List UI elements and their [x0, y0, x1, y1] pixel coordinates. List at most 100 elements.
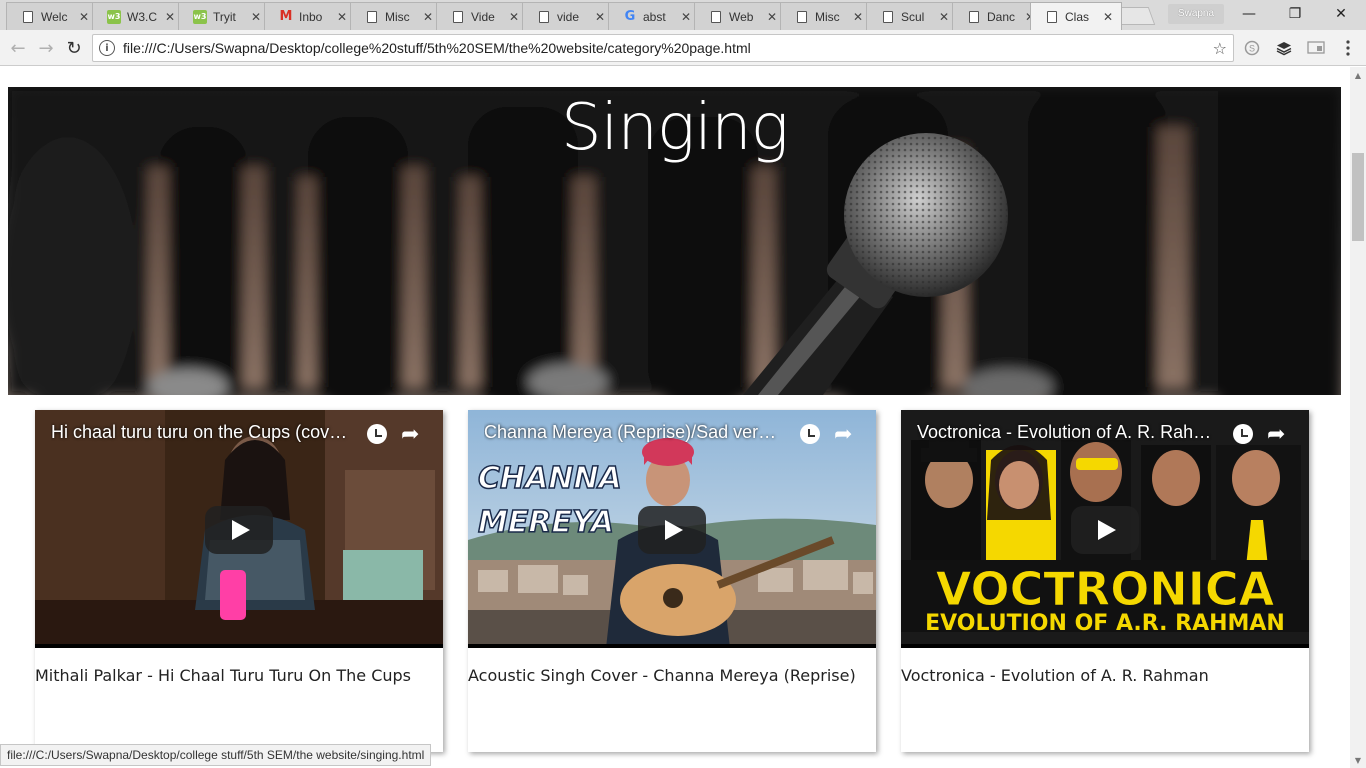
reload-button[interactable]: ↻ — [62, 36, 86, 60]
bookmark-star-icon[interactable]: ☆ — [1213, 39, 1227, 58]
thumbnail-text: MEREYA — [478, 505, 614, 540]
tab-title: Vide — [471, 9, 495, 24]
arrow-right-icon: → — [38, 37, 54, 59]
tab-title: Welc — [41, 9, 68, 24]
video-caption[interactable]: Acoustic Singh Cover - Channa Mereya (Re… — [468, 666, 876, 685]
video-player[interactable]: Hi chaal turu turu on the Cups (cover) ➦ — [35, 410, 443, 648]
play-button[interactable] — [638, 506, 706, 554]
play-button[interactable] — [205, 506, 273, 554]
tab-sculpture[interactable]: Scul ✕ — [866, 2, 958, 30]
tab-title: Web — [729, 9, 754, 24]
tab-title: vide — [557, 9, 580, 24]
tab-close-icon[interactable]: ✕ — [77, 10, 91, 24]
cast-extension-icon[interactable] — [1306, 38, 1326, 58]
skype-extension-icon[interactable]: S — [1242, 38, 1262, 58]
w3schools-icon: w3 — [107, 9, 121, 24]
tab-title: Misc — [815, 9, 840, 24]
restore-button[interactable]: ❐ — [1272, 0, 1318, 28]
reload-icon: ↻ — [66, 37, 82, 59]
tab-title: Danc — [987, 9, 1016, 24]
tab-close-icon[interactable]: ✕ — [249, 10, 263, 24]
video-caption[interactable]: Voctronica - Evolution of A. R. Rahman — [901, 666, 1309, 685]
watch-later-icon[interactable] — [800, 424, 820, 444]
document-icon — [451, 10, 465, 24]
share-icon[interactable]: ➦ — [401, 422, 419, 447]
scroll-up-arrow-icon[interactable]: ▲ — [1350, 67, 1366, 83]
watch-later-icon[interactable] — [367, 424, 387, 444]
tab-close-icon[interactable]: ✕ — [335, 10, 349, 24]
tab-title: Inbo — [299, 9, 323, 24]
video-title[interactable]: Channa Mereya (Reprise)/Sad version... — [484, 422, 784, 443]
video-card[interactable]: Hi chaal turu turu on the Cups (cover) ➦… — [35, 410, 443, 752]
document-icon — [967, 10, 981, 24]
back-button[interactable]: ← — [6, 36, 30, 60]
document-icon — [365, 10, 379, 24]
video-title[interactable]: Hi chaal turu turu on the Cups (cover) — [51, 422, 351, 443]
tab-misc-2[interactable]: Misc ✕ — [780, 2, 872, 30]
video-player[interactable]: CHANNA MEREYA Channa Mereya (Reprise)/Sa… — [468, 410, 876, 648]
tab-inbox[interactable]: M Inbo ✕ — [264, 2, 356, 30]
address-url[interactable]: file:///C:/Users/Swapna/Desktop/college%… — [123, 40, 1213, 56]
tab-tryit[interactable]: w3 Tryit ✕ — [178, 2, 270, 30]
tab-abstract[interactable]: G abst ✕ — [608, 2, 700, 30]
share-icon[interactable]: ➦ — [1267, 422, 1285, 447]
scroll-down-arrow-icon[interactable]: ▼ — [1350, 752, 1366, 768]
tab-title: Scul — [901, 9, 925, 24]
tab-web[interactable]: Web ✕ — [694, 2, 786, 30]
menu-kebab-icon[interactable] — [1338, 38, 1358, 58]
thumbnail-text: CHANNA — [478, 461, 622, 496]
info-icon[interactable]: i — [99, 40, 115, 56]
tab-close-icon[interactable]: ✕ — [851, 10, 865, 24]
google-icon: G — [624, 9, 636, 24]
arrow-left-icon: ← — [10, 37, 26, 59]
tab-w3c[interactable]: w3 W3.C ✕ — [92, 2, 184, 30]
tab-close-icon[interactable]: ✕ — [765, 10, 779, 24]
tab-video-2[interactable]: vide ✕ — [522, 2, 614, 30]
document-icon — [21, 10, 35, 24]
svg-text:S: S — [1249, 44, 1255, 54]
thumbnail-text: EVOLUTION OF A.R. RAHMAN — [925, 611, 1285, 636]
tab-title: Tryit — [213, 9, 236, 24]
tab-misc-1[interactable]: Misc ✕ — [350, 2, 442, 30]
tab-title: abst — [643, 9, 666, 24]
tab-close-icon[interactable]: ✕ — [593, 10, 607, 24]
vertical-scrollbar[interactable]: ▲ ▼ — [1350, 67, 1366, 768]
tab-title: W3.C — [127, 9, 157, 24]
video-card[interactable]: VOCTRONICA EVOLUTION OF A.R. RAHMAN Voct… — [901, 410, 1309, 752]
tab-close-icon[interactable]: ✕ — [421, 10, 435, 24]
video-card[interactable]: CHANNA MEREYA Channa Mereya (Reprise)/Sa… — [468, 410, 876, 752]
video-title[interactable]: Voctronica - Evolution of A. R. Rahm... — [917, 422, 1217, 443]
tab-close-icon[interactable]: ✕ — [163, 10, 177, 24]
tab-close-icon[interactable]: ✕ — [937, 10, 951, 24]
profile-button[interactable]: Swapna — [1168, 4, 1224, 24]
document-icon — [709, 10, 723, 24]
document-icon — [881, 10, 895, 24]
layers-extension-icon[interactable] — [1274, 38, 1294, 58]
singing-hero-banner: Singing — [8, 87, 1341, 395]
forward-button[interactable]: → — [34, 36, 58, 60]
video-player[interactable]: VOCTRONICA EVOLUTION OF A.R. RAHMAN Voct… — [901, 410, 1309, 648]
browser-toolbar: ← → ↻ i file:///C:/Users/Swapna/Desktop/… — [0, 30, 1366, 66]
play-button[interactable] — [1071, 506, 1139, 554]
tab-classes-active[interactable]: Clas ✕ — [1030, 2, 1122, 30]
w3schools-icon: w3 — [193, 9, 207, 24]
close-window-button[interactable]: ✕ — [1318, 0, 1364, 28]
tab-title: Clas — [1065, 9, 1090, 24]
status-bar-link-preview: file:///C:/Users/Swapna/Desktop/college … — [0, 744, 432, 766]
tab-close-icon[interactable]: ✕ — [679, 10, 693, 24]
page-title: Singing — [560, 91, 789, 165]
video-caption[interactable]: Mithali Palkar - Hi Chaal Turu Turu On T… — [35, 666, 443, 685]
scrollbar-thumb[interactable] — [1352, 153, 1364, 241]
share-icon[interactable]: ➦ — [834, 422, 852, 447]
document-icon — [537, 10, 551, 24]
tab-welcome[interactable]: Welc ✕ — [6, 2, 98, 30]
tab-video-1[interactable]: Vide ✕ — [436, 2, 528, 30]
minimize-button[interactable]: — — [1226, 0, 1272, 28]
tab-close-icon[interactable]: ✕ — [1101, 10, 1115, 24]
document-icon — [1045, 10, 1059, 24]
tab-close-icon[interactable]: ✕ — [507, 10, 521, 24]
watch-later-icon[interactable] — [1233, 424, 1253, 444]
tab-title: Misc — [385, 9, 410, 24]
document-icon — [795, 10, 809, 24]
address-bar[interactable]: i file:///C:/Users/Swapna/Desktop/colleg… — [92, 34, 1234, 62]
